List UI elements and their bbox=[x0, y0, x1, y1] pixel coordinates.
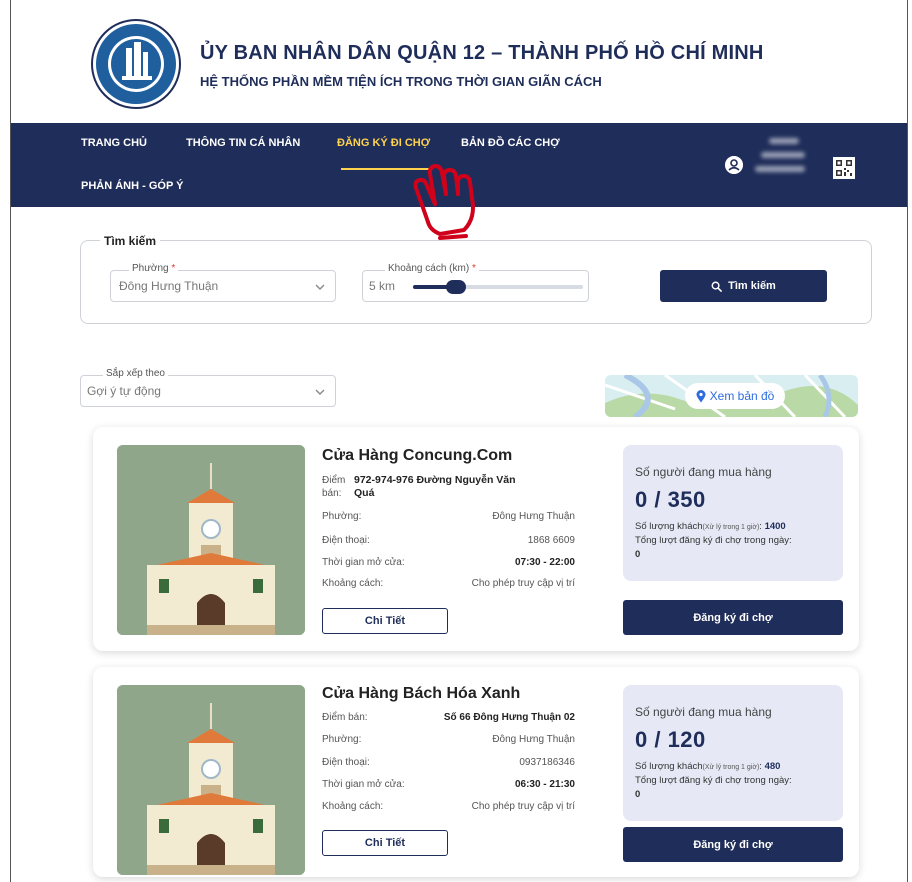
ward-select[interactable]: Phường * Đông Hưng Thuận bbox=[110, 263, 336, 302]
phone-value: 0937186346 bbox=[519, 757, 575, 768]
stats-title: Số người đang mua hàng bbox=[635, 465, 772, 479]
map-preview[interactable]: Xem bản đồ bbox=[605, 375, 858, 417]
distance-label: Khoảng cách (km) * bbox=[385, 263, 479, 274]
qr-code-icon[interactable] bbox=[833, 157, 855, 179]
user-name-blurred bbox=[755, 138, 811, 190]
hours-label: Thời gian mở cửa: bbox=[322, 557, 405, 568]
detail-button[interactable]: Chi Tiết bbox=[322, 830, 448, 856]
site-header: ỦY BAN NHÂN DÂN QUẬN 12 – THÀNH PHỐ HỒ C… bbox=[90, 18, 810, 110]
page-subtitle: HỆ THỐNG PHẦN MỀM TIỆN ÍCH TRONG THỜI GI… bbox=[200, 74, 602, 89]
hours-label: Thời gian mở cửa: bbox=[322, 779, 405, 790]
ward-label: Phường: bbox=[322, 734, 362, 745]
capacity-line: Số lượng khách(Xử lý trong 1 giờ): 480 bbox=[635, 761, 781, 772]
sort-select[interactable]: Sắp xếp theo Gợi ý tự động bbox=[80, 368, 336, 407]
store-card: Cửa Hàng Bách Hóa Xanh Điểm bán: Số 66 Đ… bbox=[93, 667, 859, 877]
store-name: Cửa Hàng Bách Hóa Xanh bbox=[322, 685, 521, 702]
nav-item-profile[interactable]: THÔNG TIN CÁ NHÂN bbox=[186, 137, 300, 149]
shopper-stats-panel: Số người đang mua hàng 0 / 350 Số lượng … bbox=[623, 445, 843, 581]
phone-value: 1868 6609 bbox=[527, 535, 575, 546]
chevron-down-icon bbox=[315, 389, 325, 395]
nav-item-market-map[interactable]: BẢN ĐỒ CÁC CHỢ bbox=[461, 137, 560, 149]
nav-item-market-registration[interactable]: ĐĂNG KÝ ĐI CHỢ bbox=[337, 137, 430, 149]
market-building-icon bbox=[117, 685, 305, 875]
shopper-count: 0 / 120 bbox=[635, 727, 706, 752]
active-nav-indicator bbox=[341, 168, 431, 170]
ward-value: Đông Hưng Thuận bbox=[492, 511, 575, 522]
shopper-count: 0 / 350 bbox=[635, 487, 706, 512]
logo-emblem[interactable] bbox=[90, 18, 182, 110]
store-card: Cửa Hàng Concung.Com Điểm bán: 972-974-97… bbox=[93, 427, 859, 651]
daily-registration-value: 0 bbox=[635, 789, 641, 800]
address-label: Điểm bán: bbox=[322, 712, 368, 723]
chevron-down-icon bbox=[315, 284, 325, 290]
search-button[interactable]: Tìm kiếm bbox=[660, 270, 827, 302]
address-value: Số 66 Đông Hưng Thuận 02 bbox=[443, 712, 575, 723]
distance-slider-field: Khoảng cách (km) * 5 km bbox=[362, 263, 589, 302]
nav-item-feedback[interactable]: PHẢN ÁNH - GÓP Ý bbox=[81, 180, 183, 192]
slider-thumb[interactable] bbox=[445, 280, 466, 294]
phone-label: Điện thoại: bbox=[322, 757, 370, 768]
search-legend: Tìm kiếm bbox=[100, 234, 161, 248]
detail-button[interactable]: Chi Tiết bbox=[322, 608, 448, 634]
store-name: Cửa Hàng Concung.Com bbox=[322, 447, 513, 464]
store-image bbox=[117, 445, 305, 635]
main-nav: TRANG CHỦ THÔNG TIN CÁ NHÂN ĐĂNG KÝ ĐI C… bbox=[11, 123, 907, 207]
shopper-stats-panel: Số người đang mua hàng 0 / 120 Số lượng … bbox=[623, 685, 843, 821]
distance-label: Khoảng cách: bbox=[322, 578, 384, 589]
address-value: 972-974-976 Đường Nguyễn Văn Quá bbox=[354, 474, 516, 499]
view-map-button[interactable]: Xem bản đồ bbox=[685, 383, 785, 409]
register-market-button[interactable]: Đăng ký đi chợ bbox=[623, 600, 843, 635]
distance-value: 5 km bbox=[369, 279, 396, 293]
sort-label: Sắp xếp theo bbox=[103, 368, 168, 379]
search-button-label: Tìm kiếm bbox=[728, 280, 776, 292]
phone-label: Điện thoại: bbox=[322, 535, 370, 546]
ward-value: Đông Hưng Thuận bbox=[119, 279, 219, 293]
daily-registration-label: Tổng lượt đăng ký đi chợ trong ngày: bbox=[635, 775, 792, 786]
address-label: Điểm bán: bbox=[322, 475, 346, 499]
stats-title: Số người đang mua hàng bbox=[635, 705, 772, 719]
sort-value: Gợi ý tự động bbox=[87, 384, 161, 398]
view-map-label: Xem bản đồ bbox=[709, 389, 775, 403]
map-pin-icon bbox=[696, 389, 706, 402]
register-market-button[interactable]: Đăng ký đi chợ bbox=[623, 827, 843, 862]
search-icon bbox=[711, 281, 723, 292]
capacity-line: Số lượng khách(Xử lý trong 1 giờ): 1400 bbox=[635, 521, 786, 532]
distance-value: Cho phép truy cập vị trí bbox=[471, 801, 575, 812]
nav-item-home[interactable]: TRANG CHỦ bbox=[81, 137, 147, 149]
distance-value: Cho phép truy cập vị trí bbox=[471, 578, 575, 589]
hours-value: 07:30 - 22:00 bbox=[514, 557, 575, 568]
distance-label: Khoảng cách: bbox=[322, 801, 384, 812]
ward-value: Đông Hưng Thuận bbox=[492, 734, 575, 745]
daily-registration-value: 0 bbox=[635, 549, 641, 560]
store-address-row: Điểm bán: 972-974-976 Đường Nguyễn Văn Quá bbox=[322, 474, 575, 504]
ward-label: Phường * bbox=[129, 263, 179, 274]
daily-registration-label: Tổng lượt đăng ký đi chợ trong ngày: bbox=[635, 535, 792, 546]
ward-label: Phường: bbox=[322, 511, 362, 522]
hours-value: 06:30 - 21:30 bbox=[514, 779, 575, 790]
distance-slider[interactable] bbox=[413, 280, 583, 294]
market-building-icon bbox=[117, 445, 305, 635]
store-image bbox=[117, 685, 305, 875]
page-title: ỦY BAN NHÂN DÂN QUẬN 12 – THÀNH PHỐ HỒ C… bbox=[200, 42, 764, 64]
user-icon[interactable] bbox=[725, 156, 743, 174]
